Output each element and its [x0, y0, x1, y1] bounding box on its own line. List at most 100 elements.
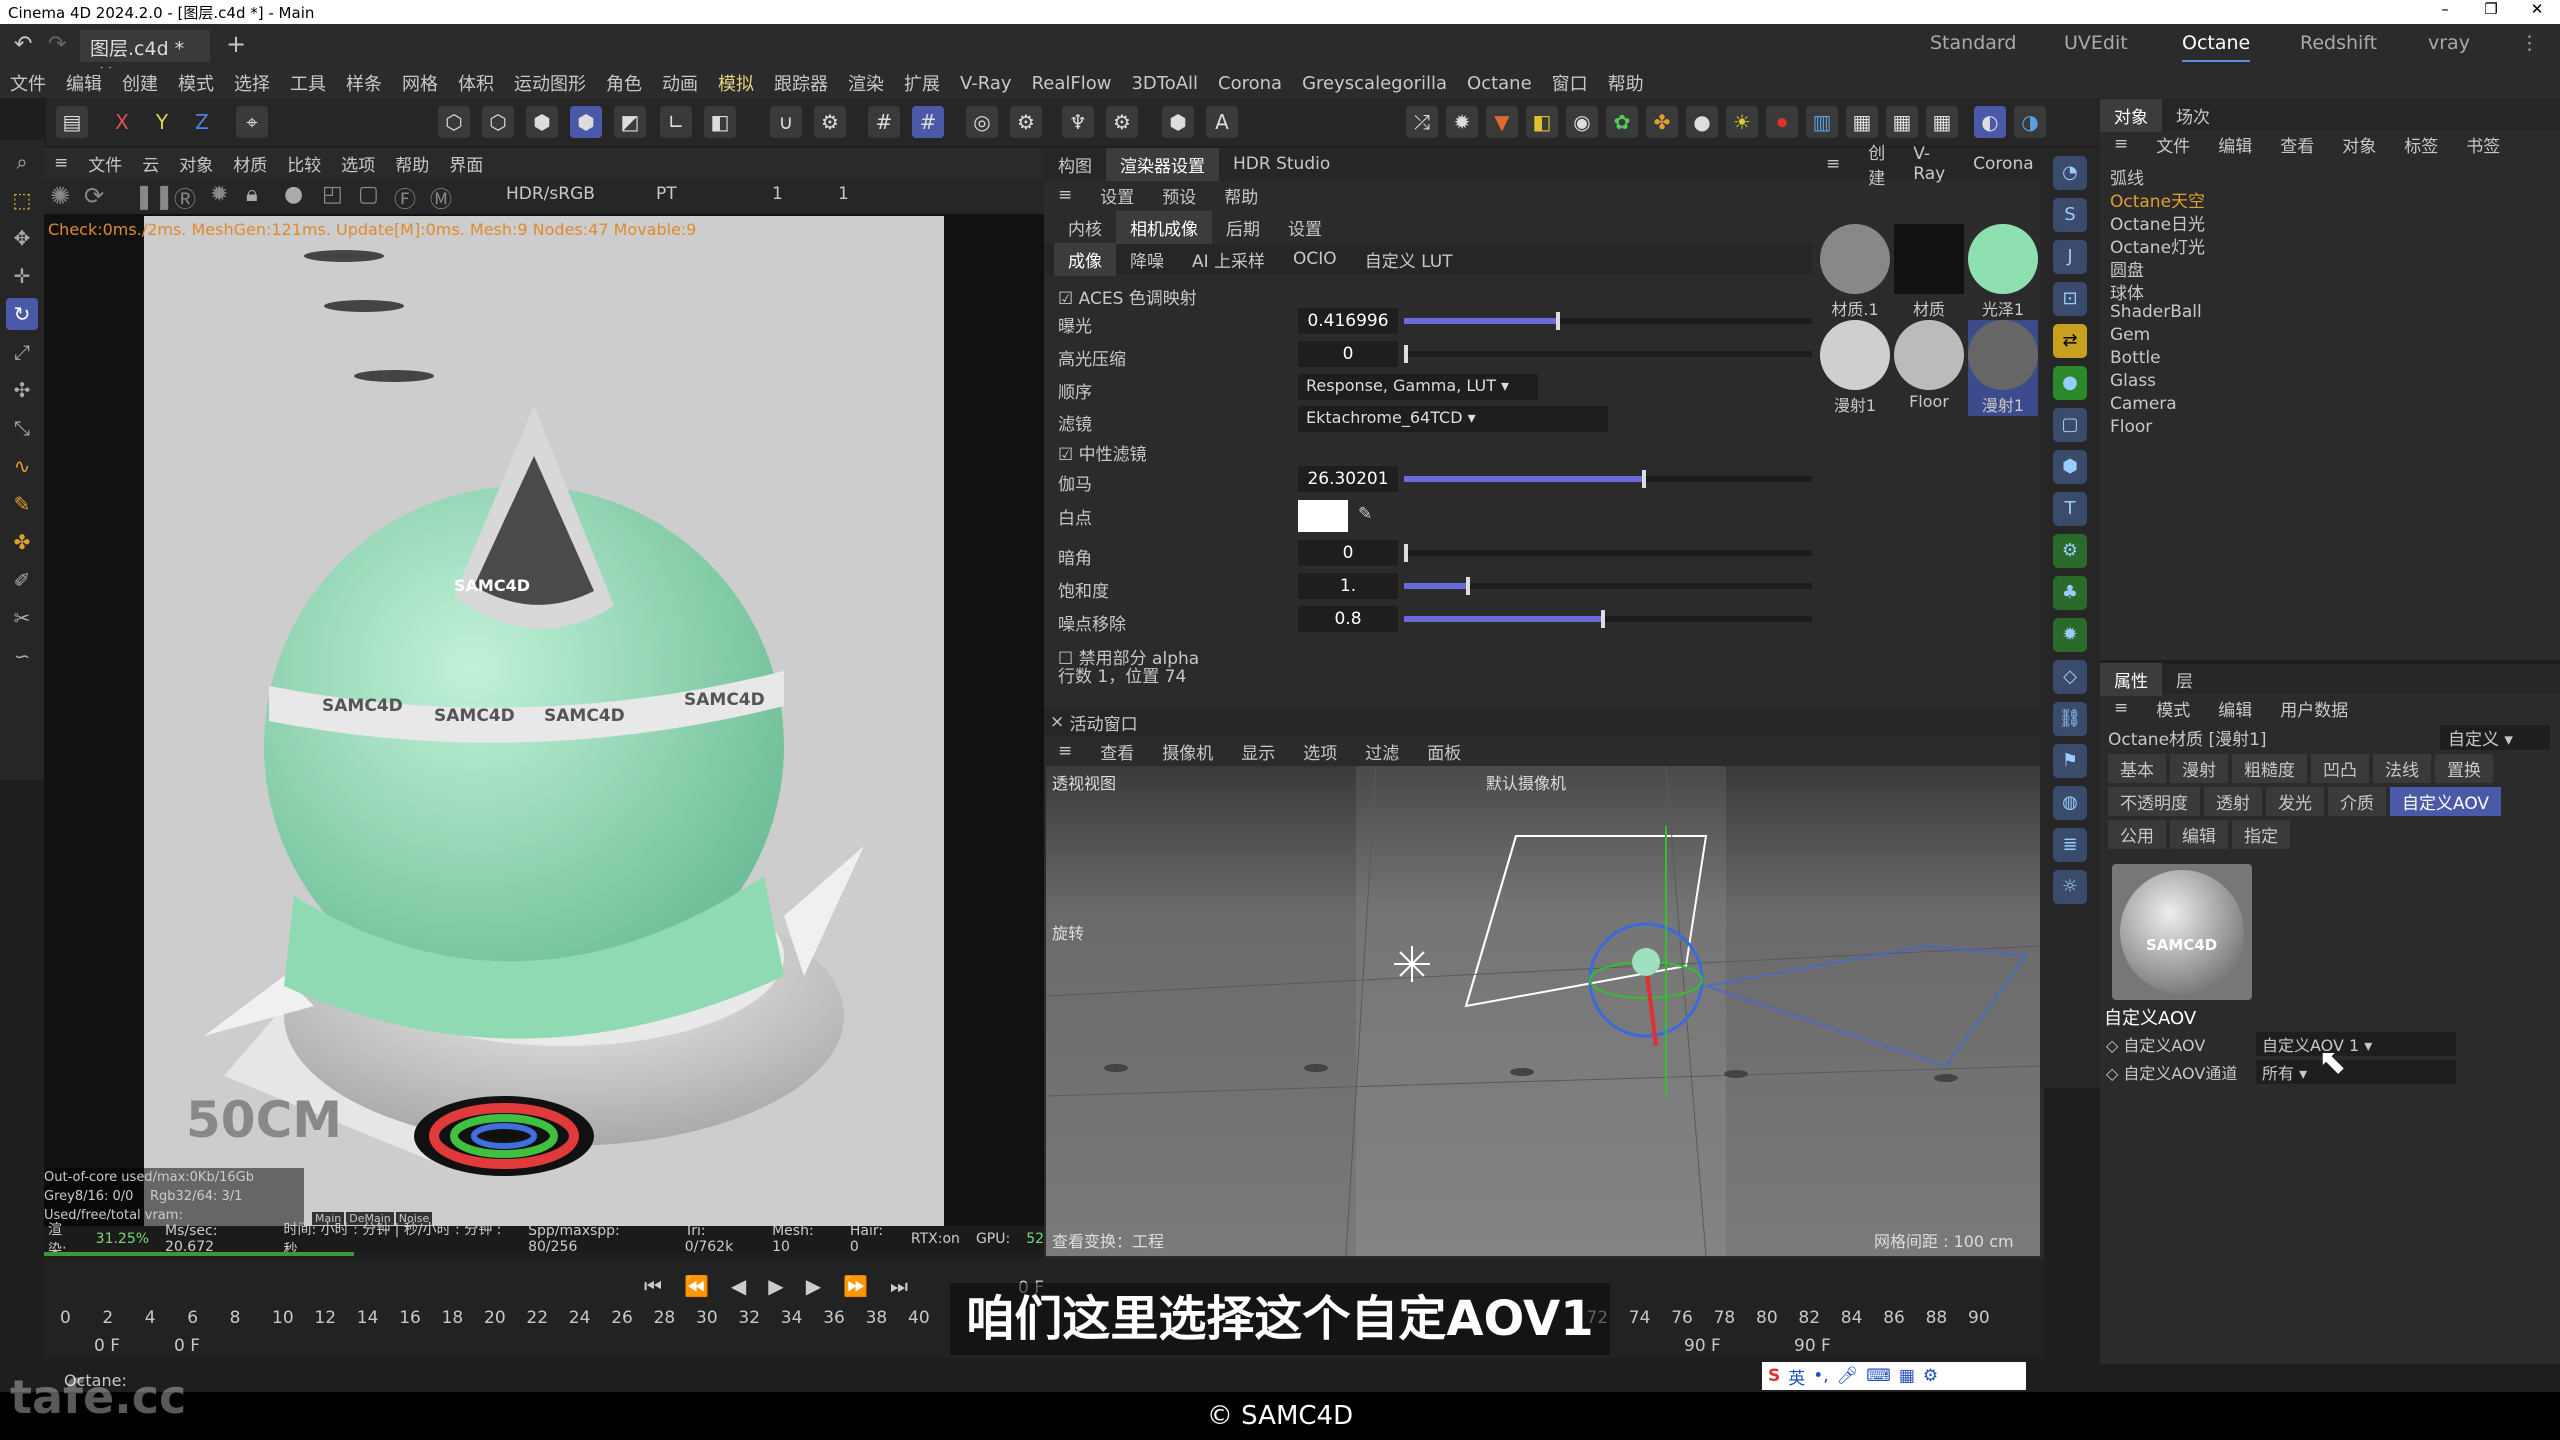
minimize-button[interactable]: – — [2422, 0, 2468, 18]
ime-mic-icon[interactable]: 🎤︎ — [1837, 1366, 1859, 1386]
om-menu-edit[interactable]: 编辑 — [2204, 128, 2266, 161]
material-item-selected[interactable]: 漫射1 — [1968, 320, 2038, 416]
order-dropdown[interactable]: Response, Gamma, LUT ▾ — [1298, 374, 1538, 400]
region2-icon[interactable]: ▢ — [358, 182, 379, 207]
octane-link-icon[interactable]: ⛓ — [2053, 702, 2087, 736]
rs-menu-help[interactable]: 帮助 — [1210, 179, 1272, 212]
lv-menu-file[interactable]: 文件 — [78, 151, 132, 176]
highlight-compression-slider[interactable] — [1404, 345, 1814, 363]
object-row[interactable]: ShaderBall — [2110, 302, 2202, 324]
object-row[interactable]: Octane日光 — [2110, 210, 2205, 235]
tab-imaging[interactable]: 成像 — [1054, 242, 1116, 276]
focus-icon[interactable]: Ⓕ — [394, 182, 416, 214]
axis-x-toggle[interactable]: X — [106, 106, 138, 138]
vp-menu-panel[interactable]: 面板 — [1413, 735, 1475, 768]
lv-menu-ui[interactable]: 界面 — [439, 151, 493, 176]
menu-tools[interactable]: 工具 — [280, 70, 336, 96]
lv-menu-options[interactable]: 选项 — [331, 151, 385, 176]
smooth-icon[interactable]: ∽ — [6, 640, 38, 672]
send-scene-icon[interactable]: ✺ — [50, 182, 70, 210]
gear-render-icon[interactable]: ✹ — [1446, 106, 1478, 138]
eyedropper-icon[interactable]: ✎ — [1358, 504, 1372, 524]
multi-object-icon[interactable]: ✤ — [1646, 106, 1678, 138]
menu-select[interactable]: 选择 — [224, 70, 280, 96]
menu-vray[interactable]: V-Ray — [950, 73, 1022, 94]
live-select-icon[interactable]: ✥ — [6, 222, 38, 254]
octane-stack-icon[interactable]: ≣ — [2053, 828, 2087, 862]
edges-mode-icon[interactable]: ⬡ — [482, 106, 514, 138]
menu-extensions[interactable]: 扩展 — [894, 70, 950, 96]
am-menu-edit[interactable]: 编辑 — [2204, 692, 2266, 725]
end-frame[interactable]: 90 F — [1794, 1336, 1831, 1356]
menu-help[interactable]: 帮助 — [1598, 70, 1654, 96]
ime-language[interactable]: 英 — [1788, 1364, 1805, 1389]
octane-sun-icon[interactable]: ☼ — [2053, 870, 2087, 904]
gamma-slider[interactable] — [1404, 470, 1814, 488]
custom-aov-channel-dropdown[interactable]: 所有 ▾ — [2256, 1060, 2456, 1084]
menu-edit[interactable]: 编辑 — [56, 70, 112, 96]
layout-tab-vray[interactable]: vray — [2428, 32, 2470, 54]
menu-create[interactable]: 创建 — [112, 70, 168, 96]
saturation-slider[interactable] — [1404, 577, 1814, 595]
restart-icon[interactable]: ⟳ — [84, 182, 104, 210]
value1-field[interactable]: 1 — [772, 184, 783, 204]
coordinate-system-icon[interactable]: ⌖ — [236, 106, 268, 138]
tab-denoise[interactable]: 降噪 — [1116, 243, 1178, 276]
filter-dropdown[interactable]: Ektachrome_64TCD ▾ — [1298, 406, 1608, 432]
tab-camera-imager[interactable]: 相机成像 — [1116, 210, 1212, 244]
object-row[interactable]: Gem — [2110, 325, 2150, 347]
exposure-value[interactable]: 0.416996 — [1298, 308, 1398, 334]
tab-custom-lut[interactable]: 自定义 LUT — [1351, 243, 1467, 276]
layout-tab-uvedit[interactable]: UVEdit — [2064, 32, 2128, 54]
live-viewer-menu-icon[interactable]: ≡ — [44, 153, 78, 173]
solo-icon[interactable]: ◧ — [704, 106, 736, 138]
undo-icon[interactable]: ↶ — [14, 32, 32, 57]
octane-box-icon[interactable]: ▢ — [2053, 408, 2087, 442]
white-point-swatch[interactable] — [1298, 500, 1348, 532]
render-region-icon[interactable]: ◎ — [966, 106, 998, 138]
vp-menu-icon[interactable]: ≡ — [1044, 737, 1086, 765]
vp-menu-view[interactable]: 查看 — [1086, 735, 1148, 768]
points-mode-icon[interactable]: ⬡ — [438, 106, 470, 138]
go-start-icon[interactable]: ⏮ — [644, 1274, 662, 1298]
vignette-slider[interactable] — [1404, 544, 1814, 562]
menu-tracker[interactable]: 跟踪器 — [764, 70, 838, 96]
highlight-compression-value[interactable]: 0 — [1298, 341, 1398, 367]
object-row[interactable]: Glass — [2110, 371, 2156, 393]
menu-octane[interactable]: Octane — [1457, 73, 1542, 94]
grid-snap-icon[interactable]: # — [868, 106, 900, 138]
octane-exchange-icon[interactable]: ⇄ — [2053, 324, 2087, 358]
hot-pixel-removal-value[interactable]: 0.8 — [1298, 606, 1398, 632]
material-icon[interactable]: Ⓜ — [430, 182, 452, 214]
mat-menu-icon[interactable]: ≡ — [1812, 150, 1854, 178]
preview-end-frame[interactable]: 90 F — [1684, 1336, 1721, 1356]
btn-basic[interactable]: 基本 — [2108, 754, 2166, 783]
octane-fire-icon[interactable]: ▼ — [1486, 106, 1518, 138]
tab-composition[interactable]: 构图 — [1044, 148, 1106, 181]
octane-settings-icon[interactable]: ✹ — [2053, 618, 2087, 652]
uv-mode-icon[interactable]: ◩ — [614, 106, 646, 138]
am-menu-icon[interactable]: ≡ — [2100, 694, 2142, 722]
material-item[interactable]: 材质 — [1894, 224, 1964, 320]
object-row[interactable]: Octane天空 — [2110, 187, 2205, 212]
rs-menu-icon[interactable]: ≡ — [1044, 181, 1086, 209]
object-row[interactable]: 弧线 — [2110, 164, 2144, 189]
lv-menu-materials[interactable]: 材质 — [223, 151, 277, 176]
axis-z-toggle[interactable]: Z — [186, 106, 218, 138]
btn-normal[interactable]: 法线 — [2373, 754, 2431, 783]
object-mode-icon[interactable]: ⬢ — [570, 106, 602, 138]
om-menu-object[interactable]: 对象 — [2328, 128, 2390, 161]
close-button[interactable]: ✕ — [2514, 0, 2560, 18]
scale2-icon[interactable]: ⤡ — [6, 412, 38, 444]
tab-kernel[interactable]: 内核 — [1054, 211, 1116, 244]
aces-checkbox[interactable]: ☑ ACES 色调映射 — [1058, 284, 1197, 309]
lv-menu-objects[interactable]: 对象 — [169, 151, 223, 176]
btn-assign[interactable]: 指定 — [2232, 820, 2290, 849]
octane-env-icon[interactable]: ◔ — [2053, 156, 2087, 190]
gamma-value[interactable]: 26.30201 — [1298, 466, 1398, 492]
shuffle-icon[interactable]: ⤮ — [1406, 106, 1438, 138]
settings-icon[interactable]: ⚙ — [814, 106, 846, 138]
select-icon[interactable]: ⬚ — [6, 184, 38, 216]
octane-text-icon[interactable]: T — [2053, 492, 2087, 526]
spline-icon[interactable]: ∿ — [6, 450, 38, 482]
